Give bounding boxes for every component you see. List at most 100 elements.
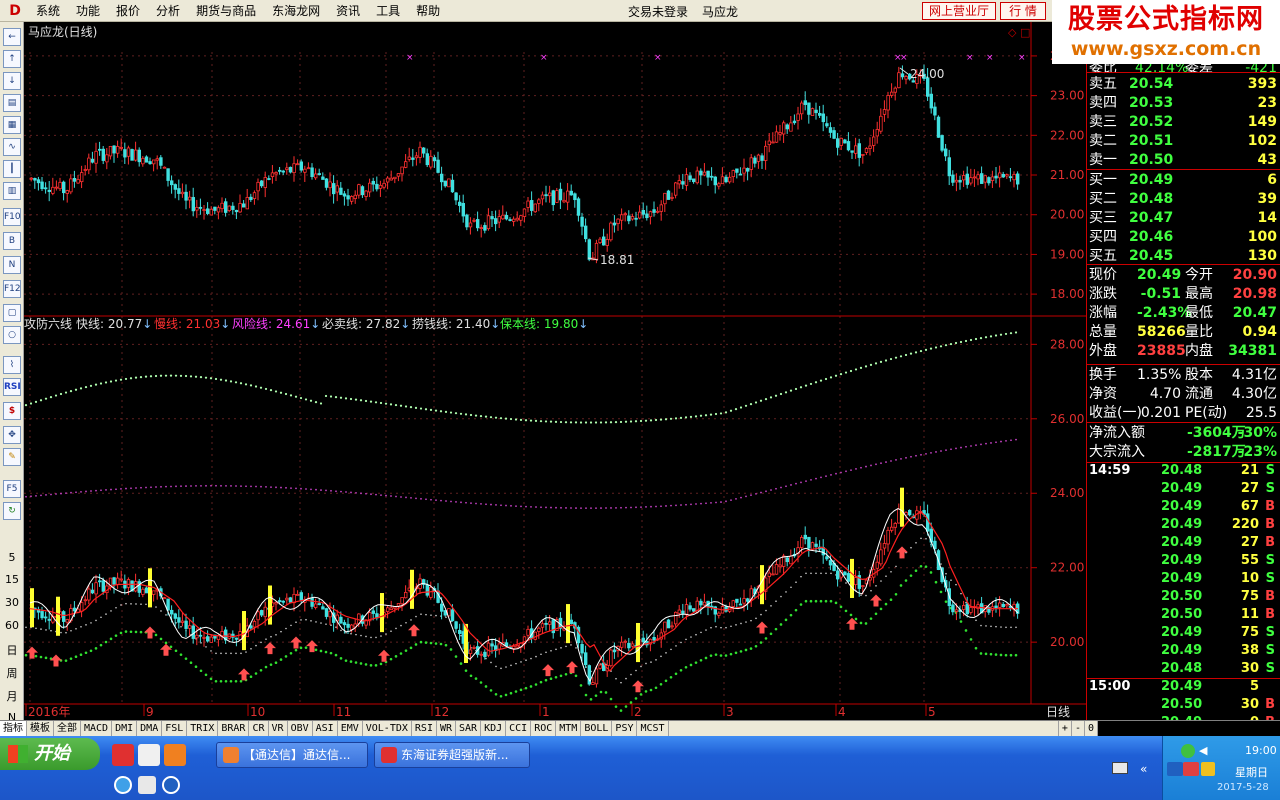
tab-macd[interactable]: MACD bbox=[81, 721, 113, 736]
back-arrow-icon[interactable]: ← bbox=[3, 28, 21, 46]
tab-all[interactable]: 全部 bbox=[54, 721, 81, 736]
volume-icon[interactable]: ◀ bbox=[1199, 744, 1213, 758]
tab-mcst[interactable]: MCST bbox=[637, 721, 669, 736]
rsi-icon[interactable]: RSI bbox=[3, 378, 21, 396]
quicklaunch-app-icon[interactable] bbox=[112, 744, 134, 766]
move-icon[interactable]: ✥ bbox=[3, 426, 21, 444]
network-icon[interactable] bbox=[1181, 744, 1195, 758]
clock-time[interactable]: 19:00 bbox=[1245, 744, 1277, 757]
period-day[interactable]: 日 bbox=[0, 642, 24, 658]
bid-row[interactable]: 买一 20.49 6 bbox=[1087, 170, 1280, 190]
tdx-app-icon bbox=[223, 747, 239, 763]
reset-button[interactable]: 0 bbox=[1085, 721, 1098, 736]
refresh-icon[interactable]: ↻ bbox=[3, 502, 21, 520]
ask-row[interactable]: 卖二 20.51 102 bbox=[1087, 131, 1280, 151]
period-5min[interactable]: 5 bbox=[0, 551, 24, 564]
ask-row[interactable]: 卖一 20.50 43 bbox=[1087, 150, 1280, 170]
pencil-icon[interactable]: ✎ bbox=[3, 448, 21, 466]
tab-fsl[interactable]: FSL bbox=[162, 721, 188, 736]
menu-item-function[interactable]: 功能 bbox=[68, 0, 108, 22]
candle-icon[interactable]: ┃ bbox=[3, 160, 21, 178]
ask-row[interactable]: 卖三 20.52 149 bbox=[1087, 112, 1280, 132]
tab-cci[interactable]: CCI bbox=[506, 721, 532, 736]
tab-asi[interactable]: ASI bbox=[313, 721, 338, 736]
tab-cr[interactable]: CR bbox=[249, 721, 269, 736]
tab-kdj[interactable]: KDJ bbox=[481, 721, 507, 736]
book-icon[interactable]: B bbox=[3, 232, 21, 250]
f12-icon[interactable]: F12 bbox=[3, 280, 21, 298]
trend-icon[interactable]: ⌇ bbox=[3, 356, 21, 374]
tab-boll[interactable]: BOLL bbox=[581, 721, 613, 736]
media-icon[interactable] bbox=[162, 776, 180, 794]
menu-item-help[interactable]: 帮助 bbox=[408, 0, 448, 22]
task-button-tdx[interactable]: 【通达信】通达信... bbox=[216, 742, 368, 768]
period-week[interactable]: 周 bbox=[0, 665, 24, 681]
keyboard-icon[interactable] bbox=[1112, 762, 1128, 774]
bar-chart-icon[interactable]: ▥ bbox=[3, 182, 21, 200]
quicklaunch-doc-icon[interactable] bbox=[138, 744, 160, 766]
down-arrow-icon[interactable]: ↓ bbox=[3, 72, 21, 90]
menu-item-quote[interactable]: 报价 bbox=[108, 0, 148, 22]
quicklaunch-tool-icon[interactable] bbox=[164, 744, 186, 766]
tab-indicator[interactable]: 指标 bbox=[0, 721, 27, 736]
menu-item-system[interactable]: 系统 bbox=[28, 0, 68, 22]
grid-icon[interactable]: ▦ bbox=[3, 116, 21, 134]
tab-roc[interactable]: ROC bbox=[531, 721, 557, 736]
tray-app2-icon[interactable] bbox=[1183, 762, 1199, 776]
quote-button[interactable]: 行 情 bbox=[1000, 2, 1046, 20]
shield-icon[interactable] bbox=[1201, 762, 1215, 776]
dollar-icon[interactable]: $ bbox=[3, 402, 21, 420]
menu-item-news[interactable]: 资讯 bbox=[328, 0, 368, 22]
tab-rsi[interactable]: RSI bbox=[412, 721, 437, 736]
bid-row[interactable]: 买三 20.47 14 bbox=[1087, 208, 1280, 228]
menu-item-donghai[interactable]: 东海龙网 bbox=[264, 0, 328, 22]
f10-icon[interactable]: F10 bbox=[3, 208, 21, 226]
show-hidden-icon[interactable]: « bbox=[1140, 762, 1154, 776]
period-15min[interactable]: 15 bbox=[0, 573, 24, 586]
menu-item-futures[interactable]: 期货与商品 bbox=[188, 0, 264, 22]
ask-row[interactable]: 卖五 20.54 393 bbox=[1087, 74, 1280, 94]
line-dot bbox=[265, 638, 267, 640]
tab-sar[interactable]: SAR bbox=[456, 721, 482, 736]
tab-dmi[interactable]: DMI bbox=[112, 721, 138, 736]
start-button[interactable]: 开始 bbox=[0, 738, 100, 770]
tab-brar[interactable]: BRAR bbox=[218, 721, 250, 736]
zoom-out-button[interactable]: - bbox=[1072, 721, 1085, 736]
tab-mtm[interactable]: MTM bbox=[556, 721, 582, 736]
tab-psy[interactable]: PSY bbox=[612, 721, 638, 736]
ie-icon[interactable] bbox=[114, 776, 132, 794]
tab-emv[interactable]: EMV bbox=[338, 721, 363, 736]
online-office-button[interactable]: 网上营业厅 bbox=[922, 2, 996, 20]
menu-item-tools[interactable]: 工具 bbox=[368, 0, 408, 22]
tab-vol-tdx[interactable]: VOL-TDX bbox=[363, 721, 412, 736]
bid-row[interactable]: 买五 20.45 130 bbox=[1087, 246, 1280, 266]
period-month[interactable]: 月 bbox=[0, 688, 24, 704]
news-icon[interactable]: N bbox=[3, 256, 21, 274]
up-arrow-icon[interactable]: ↑ bbox=[3, 50, 21, 68]
chart-area[interactable]: 马应龙(日线) ◇ □ 24.00 23.00 22.00 21.00 20.00 19.… bbox=[24, 22, 1086, 720]
tab-template[interactable]: 模板 bbox=[27, 721, 54, 736]
circle-icon[interactable]: ○ bbox=[3, 326, 21, 344]
bid-row[interactable]: 买二 20.48 39 bbox=[1087, 189, 1280, 209]
collapse-icon[interactable]: □ bbox=[1020, 26, 1030, 39]
menu-item-analysis[interactable]: 分析 bbox=[148, 0, 188, 22]
tab-dma[interactable]: DMA bbox=[137, 721, 163, 736]
task-button-donghai[interactable]: 东海证券超强版新... bbox=[374, 742, 530, 768]
diamond-icon[interactable]: ◇ bbox=[1008, 26, 1017, 39]
tray-app-icon[interactable] bbox=[1167, 762, 1183, 776]
period-60min[interactable]: 60 bbox=[0, 619, 24, 632]
tab-trix[interactable]: TRIX bbox=[187, 721, 219, 736]
report-icon[interactable]: ▤ bbox=[3, 94, 21, 112]
tab-obv[interactable]: OBV bbox=[288, 721, 313, 736]
explorer-icon[interactable] bbox=[138, 776, 156, 794]
tab-vr[interactable]: VR bbox=[269, 721, 288, 736]
window-icon[interactable]: ▢ bbox=[3, 304, 21, 322]
tab-wr[interactable]: WR bbox=[437, 721, 457, 736]
f5-icon[interactable]: F5 bbox=[3, 480, 21, 498]
chart-svg[interactable]: 马应龙(日线) ◇ □ 24.00 23.00 22.00 21.00 20.00 19.… bbox=[24, 22, 1086, 720]
ask-row[interactable]: 卖四 20.53 23 bbox=[1087, 93, 1280, 113]
zoom-in-button[interactable]: + bbox=[1057, 721, 1072, 736]
bid-row[interactable]: 买四 20.46 100 bbox=[1087, 227, 1280, 247]
line-chart-icon[interactable]: ∿ bbox=[3, 138, 21, 156]
period-30min[interactable]: 30 bbox=[0, 596, 24, 609]
